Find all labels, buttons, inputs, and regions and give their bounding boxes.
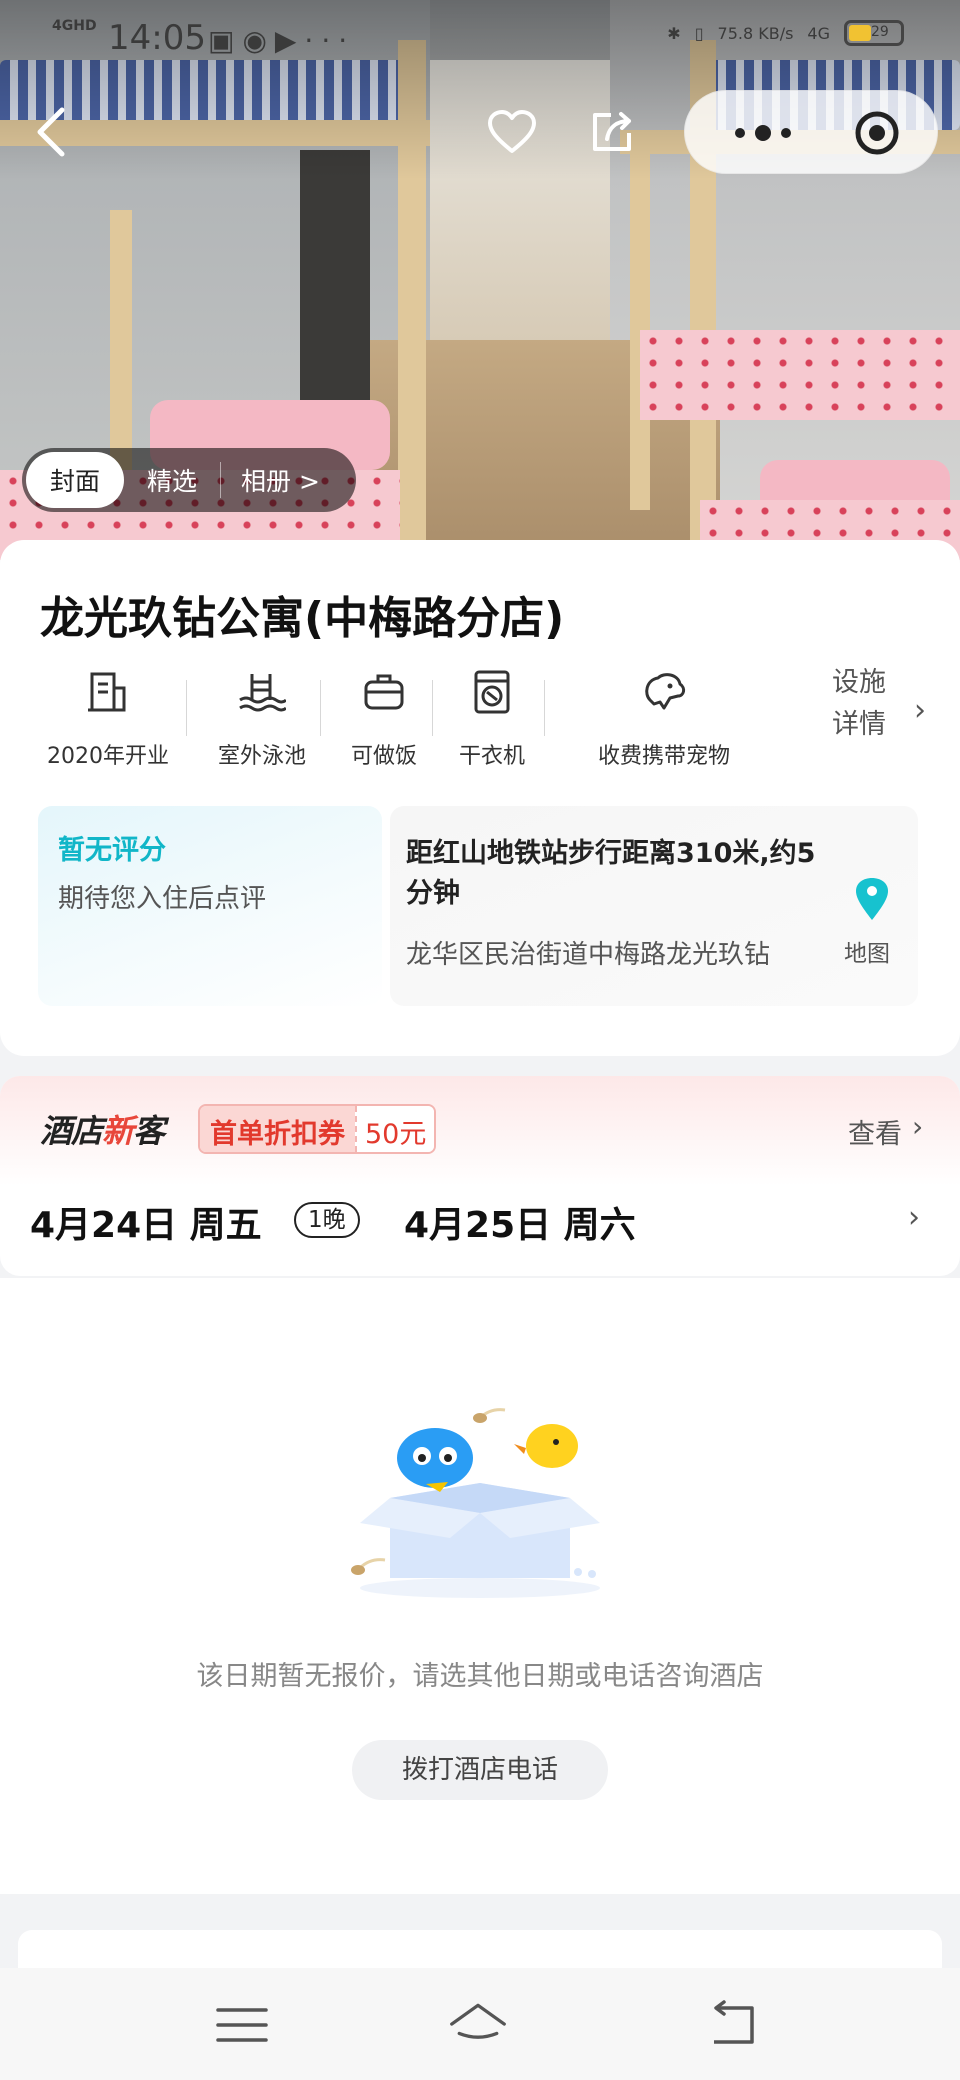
favorite-button[interactable] bbox=[480, 100, 544, 164]
hotel-info-card: 龙光玖钻公寓(中梅路分店) 2020年开业 室外泳池 可做饭 干衣机 收费携带宠… bbox=[0, 540, 960, 1056]
check-in-date: 4月24日 周五 bbox=[30, 1205, 262, 1246]
battery-level: 29 bbox=[871, 24, 889, 40]
divider bbox=[320, 680, 321, 736]
map-button[interactable]: 地图 bbox=[838, 876, 908, 976]
rating-title: 暂无评分 bbox=[58, 835, 166, 866]
facility-label: 室外泳池 bbox=[217, 744, 306, 769]
back-nav-icon[interactable] bbox=[704, 1998, 764, 2052]
facility-cooking: 可做饭 bbox=[334, 662, 434, 772]
chevron-left-icon bbox=[37, 107, 65, 157]
battery-icon: 29 bbox=[844, 20, 904, 46]
facility-label: 2020年开业 bbox=[47, 744, 169, 769]
new-guest-text: 客 bbox=[133, 1112, 165, 1150]
photo-pink-bedsheet bbox=[640, 330, 960, 420]
coupon-badge[interactable]: 首单折扣券 50元 bbox=[198, 1104, 437, 1154]
status-right: ✱ ▯ 75.8 KB/s 4G 29 bbox=[667, 20, 904, 46]
tab-cover[interactable]: 封面 bbox=[26, 452, 124, 508]
map-pin-icon bbox=[856, 878, 888, 920]
more-button[interactable] bbox=[713, 111, 813, 155]
status-time: 14:05 bbox=[108, 18, 206, 58]
rating-box[interactable]: 暂无评分 期待您入住后点评 bbox=[38, 806, 382, 1006]
status-bar: 4GHD 14:05 ▣◉▶··· ✱ ▯ 75.8 KB/s 4G 29 bbox=[0, 0, 960, 80]
facility-label: 可做饭 bbox=[350, 744, 417, 769]
share-button[interactable] bbox=[580, 100, 644, 164]
chevron-right-icon: › bbox=[912, 1110, 924, 1143]
menu-icon[interactable] bbox=[212, 1998, 272, 2052]
photo-door bbox=[300, 150, 370, 400]
facility-label: 收费携带宠物 bbox=[597, 744, 730, 769]
share-icon bbox=[593, 112, 631, 151]
heart-icon bbox=[488, 110, 536, 153]
coupon-label: 首单折扣券 bbox=[200, 1106, 355, 1152]
facility-opened: 2020年开业 bbox=[40, 662, 176, 772]
close-miniapp-icon[interactable] bbox=[853, 109, 901, 157]
tab-featured[interactable]: 精选 bbox=[124, 452, 220, 508]
divider bbox=[544, 680, 545, 736]
tab-album[interactable]: 相册 > bbox=[220, 462, 340, 498]
cooking-pot-icon bbox=[364, 674, 404, 710]
facility-pool: 室外泳池 bbox=[202, 662, 322, 772]
no-price-message: 该日期暂无报价，请选其他日期或电话咨询酒店 bbox=[196, 1661, 764, 1692]
new-guest-text-highlight: 新 bbox=[102, 1112, 134, 1150]
date-selector[interactable]: 4月24日 周五 1晚 4月25日 周六 › bbox=[30, 1196, 940, 1256]
photo-tabs: 封面 精选 相册 > bbox=[22, 448, 356, 512]
map-label: 地图 bbox=[844, 941, 890, 967]
network-indicator: 4GHD bbox=[52, 18, 97, 34]
miniapp-capsule bbox=[684, 90, 938, 174]
hotel-name: 龙光玖钻公寓(中梅路分店) bbox=[40, 593, 565, 644]
location-distance: 距红山地铁站步行距离310米,约5分钟 bbox=[406, 838, 816, 909]
system-navigation-bar bbox=[0, 1968, 960, 2080]
facility-label: 干衣机 bbox=[458, 744, 525, 769]
see-coupon-link[interactable]: 查看 bbox=[848, 1112, 902, 1151]
pool-icon bbox=[239, 674, 286, 712]
network-type: 4G bbox=[807, 23, 830, 43]
facility-pet: 收费携带宠物 bbox=[564, 662, 764, 772]
facility-strip[interactable]: 2020年开业 室外泳池 可做饭 干衣机 收费携带宠物 设施 详情 › bbox=[24, 662, 936, 772]
location-box[interactable]: 距红山地铁站步行距离310米,约5分钟 龙华区民治街道中梅路龙光玖钻 地图 bbox=[390, 806, 918, 1006]
bluetooth-icon: ✱ bbox=[667, 23, 681, 43]
home-icon[interactable] bbox=[448, 1998, 508, 2052]
empty-state: 该日期暂无报价，请选其他日期或电话咨询酒店 拨打酒店电话 bbox=[0, 1278, 960, 1894]
facility-detail-link[interactable]: 设施 详情 › bbox=[832, 662, 932, 762]
nights-badge: 1晚 bbox=[294, 1202, 360, 1238]
divider bbox=[432, 680, 433, 736]
chevron-right-icon: › bbox=[908, 1200, 920, 1235]
coupon-value: 50元 bbox=[355, 1106, 435, 1152]
pet-icon bbox=[645, 673, 686, 710]
booking-card: 酒店新客 首单折扣券 50元 查看 › 4月24日 周五 1晚 4月25日 周六… bbox=[0, 1076, 960, 1276]
check-out-date: 4月25日 周六 bbox=[404, 1205, 636, 1246]
notification-icons: ▣◉▶··· bbox=[208, 24, 356, 57]
new-guest-logo: 酒店新客 bbox=[40, 1106, 165, 1152]
vibrate-icon: ▯ bbox=[694, 23, 704, 43]
location-address: 龙华区民治街道中梅路龙光玖钻 bbox=[406, 940, 771, 970]
divider bbox=[186, 680, 187, 736]
facility-dryer: 干衣机 bbox=[444, 662, 540, 772]
net-speed: 75.8 KB/s bbox=[717, 23, 794, 43]
empty-box-illustration bbox=[351, 1408, 600, 1598]
rating-subtitle: 期待您入住后点评 bbox=[58, 884, 267, 914]
chevron-right-icon: › bbox=[914, 693, 926, 728]
back-button[interactable] bbox=[20, 100, 84, 164]
call-hotel-button[interactable]: 拨打酒店电话 bbox=[352, 1740, 608, 1800]
building-icon bbox=[88, 672, 126, 712]
dryer-icon bbox=[474, 670, 510, 714]
new-guest-text: 酒店 bbox=[40, 1112, 103, 1150]
